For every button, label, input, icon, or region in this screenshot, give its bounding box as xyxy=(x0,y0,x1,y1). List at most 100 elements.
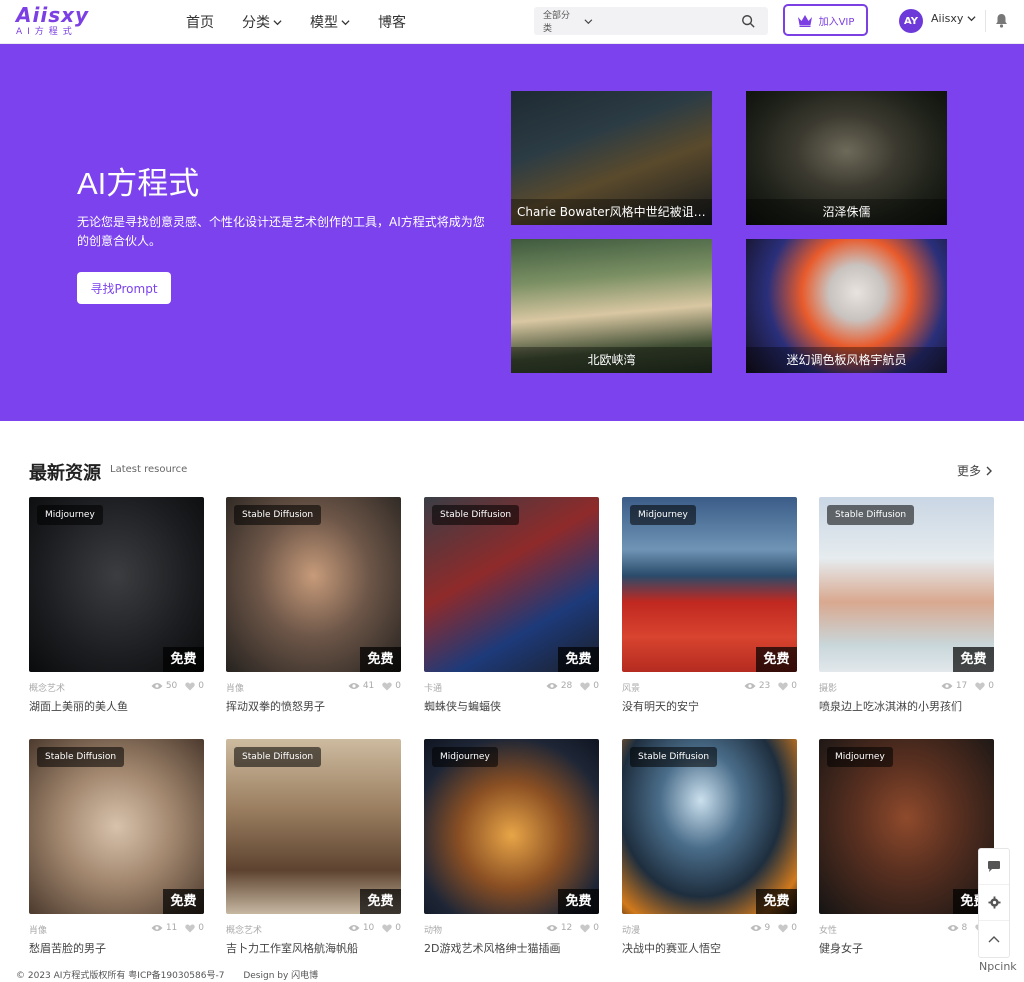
resource-thumbnail[interactable]: Midjourney 免费 xyxy=(622,497,797,672)
resource-card[interactable]: Stable Diffusion 免费 卡通 28 0 蜘蛛侠与蝙蝠侠 xyxy=(424,497,599,723)
view-count: 28 xyxy=(560,681,573,691)
hero-title: AI方程式 xyxy=(77,166,200,201)
featured-card[interactable]: 沼泽侏儒 xyxy=(746,91,947,225)
heart-icon[interactable] xyxy=(580,682,590,691)
avatar[interactable]: AY xyxy=(899,9,923,33)
chevron-down-icon xyxy=(584,18,593,24)
eye-icon xyxy=(348,925,360,931)
resource-thumbnail[interactable]: Midjourney 免费 xyxy=(29,497,204,672)
resource-stats: 10 0 xyxy=(348,923,401,933)
chat-button[interactable] xyxy=(979,849,1009,885)
site-logo[interactable]: Aiisxy AI方程式 xyxy=(16,5,88,39)
resource-meta: 动物 12 0 xyxy=(424,923,599,937)
heart-icon[interactable] xyxy=(185,924,195,933)
resource-category[interactable]: 动物 xyxy=(424,923,442,936)
resource-category[interactable]: 风景 xyxy=(622,681,640,694)
nav-item-models[interactable]: 模型 xyxy=(310,12,350,32)
resource-card[interactable]: Midjourney 免费 女性 8 0 健身女子 xyxy=(819,739,994,965)
site-footer: © 2023 AI方程式版权所有 粤ICP备19030586号-7 Design… xyxy=(16,968,334,981)
more-link[interactable]: 更多 xyxy=(957,462,993,479)
resource-title[interactable]: 喷泉边上吃冰淇淋的小男孩们 xyxy=(819,698,962,714)
view-count: 17 xyxy=(955,681,968,691)
resource-thumbnail[interactable]: Stable Diffusion 免费 xyxy=(622,739,797,914)
resource-category[interactable]: 肖像 xyxy=(226,681,244,694)
user-menu[interactable]: Aiisxy xyxy=(931,12,976,25)
model-tag: Midjourney xyxy=(37,505,103,525)
join-vip-button[interactable]: 加入VIP xyxy=(783,4,868,36)
resource-thumbnail[interactable]: Stable Diffusion 免费 xyxy=(424,497,599,672)
heart-icon[interactable] xyxy=(580,924,590,933)
resource-title[interactable]: 愁眉苦脸的男子 xyxy=(29,940,106,956)
resource-title[interactable]: 吉卜力工作室风格航海帆船 xyxy=(226,940,358,956)
resource-card[interactable]: Stable Diffusion 免费 摄影 17 0 喷泉边上吃冰淇淋的小男孩… xyxy=(819,497,994,723)
resource-title[interactable]: 健身女子 xyxy=(819,940,863,956)
design-credit[interactable]: Design by 闪电博 xyxy=(243,971,318,981)
resource-thumbnail[interactable]: Stable Diffusion 免费 xyxy=(226,497,401,672)
resource-category[interactable]: 卡通 xyxy=(424,681,442,694)
resource-category[interactable]: 肖像 xyxy=(29,923,47,936)
heart-icon[interactable] xyxy=(778,682,788,691)
copyright-text: © 2023 AI方程式版权所有 粤ICP备19030586号-7 xyxy=(16,971,225,981)
chat-icon xyxy=(988,861,1000,872)
search-icon xyxy=(742,15,755,28)
heart-icon[interactable] xyxy=(975,682,985,691)
heart-icon[interactable] xyxy=(382,682,392,691)
resource-category[interactable]: 摄影 xyxy=(819,681,837,694)
heart-icon[interactable] xyxy=(382,924,392,933)
resource-card[interactable]: Midjourney 免费 风景 23 0 没有明天的安宁 xyxy=(622,497,797,723)
site-header: Aiisxy AI方程式 首页 分类 模型 博客 全部分类 加入VIP AY A… xyxy=(0,0,1024,44)
search-button[interactable] xyxy=(735,7,762,35)
logo-subtitle: AI方程式 xyxy=(16,27,77,37)
view-count: 50 xyxy=(165,681,178,691)
find-prompt-button[interactable]: 寻找Prompt xyxy=(77,272,171,304)
search-category-select[interactable]: 全部分类 xyxy=(534,8,593,34)
resource-meta: 动漫 9 0 xyxy=(622,923,797,937)
resource-title[interactable]: 决战中的赛亚人悟空 xyxy=(622,940,721,956)
resource-thumbnail[interactable]: Stable Diffusion 免费 xyxy=(819,497,994,672)
eye-icon xyxy=(546,683,558,689)
model-tag: Stable Diffusion xyxy=(234,505,322,525)
resource-meta: 肖像 11 0 xyxy=(29,923,204,937)
back-to-top-button[interactable] xyxy=(979,921,1009,957)
resource-thumbnail[interactable]: Stable Diffusion 免费 xyxy=(29,739,204,914)
resource-card[interactable]: Stable Diffusion 免费 动漫 9 0 决战中的赛亚人悟空 xyxy=(622,739,797,965)
featured-card[interactable]: 北欧峡湾 xyxy=(511,239,712,373)
search-input[interactable] xyxy=(602,7,735,35)
resource-category[interactable]: 概念艺术 xyxy=(226,923,262,936)
featured-card-caption: 迷幻调色板风格宇航员 xyxy=(746,347,947,373)
heart-icon[interactable] xyxy=(778,924,788,933)
resource-card[interactable]: Stable Diffusion 免费 肖像 41 0 挥动双拳的愤怒男子 xyxy=(226,497,401,723)
resource-category[interactable]: 女性 xyxy=(819,923,837,936)
eye-icon xyxy=(947,925,959,931)
resource-title[interactable]: 2D游戏艺术风格绅士猫插画 xyxy=(424,940,560,956)
resource-card[interactable]: Midjourney 免费 动物 12 0 2D游戏艺术风格绅士猫插画 xyxy=(424,739,599,965)
nav-item-categories[interactable]: 分类 xyxy=(242,12,282,32)
resource-title[interactable]: 没有明天的安宁 xyxy=(622,698,699,714)
resource-title[interactable]: 挥动双拳的愤怒男子 xyxy=(226,698,325,714)
like-count: 0 xyxy=(198,681,204,691)
resource-thumbnail[interactable]: Stable Diffusion 免费 xyxy=(226,739,401,914)
resource-meta: 摄影 17 0 xyxy=(819,681,994,695)
featured-card[interactable]: 迷幻调色板风格宇航员 xyxy=(746,239,947,373)
resource-card[interactable]: Stable Diffusion 免费 概念艺术 10 0 吉卜力工作室风格航海… xyxy=(226,739,401,965)
price-badge: 免费 xyxy=(360,889,401,914)
username: Aiisxy xyxy=(931,12,964,25)
resource-thumbnail[interactable]: Midjourney 免费 xyxy=(424,739,599,914)
resource-title[interactable]: 蜘蛛侠与蝙蝠侠 xyxy=(424,698,501,714)
resource-meta: 概念艺术 10 0 xyxy=(226,923,401,937)
view-count: 23 xyxy=(758,681,771,691)
nav-item-label: 分类 xyxy=(242,15,270,31)
resource-card[interactable]: Midjourney 免费 概念艺术 50 0 湖面上美丽的美人鱼 xyxy=(29,497,204,723)
theme-toggle-button[interactable] xyxy=(979,885,1009,921)
heart-icon[interactable] xyxy=(185,682,195,691)
nav-item-label: 首页 xyxy=(186,15,214,31)
nav-item-blog[interactable]: 博客 xyxy=(378,12,406,32)
resource-category[interactable]: 动漫 xyxy=(622,923,640,936)
notification-button[interactable] xyxy=(995,13,1008,32)
resource-card[interactable]: Stable Diffusion 免费 肖像 11 0 愁眉苦脸的男子 xyxy=(29,739,204,965)
resource-thumbnail[interactable]: Midjourney 免费 xyxy=(819,739,994,914)
featured-card[interactable]: Charie Bowater风格中世纪被诅咒的哥特小镇 xyxy=(511,91,712,225)
resource-category[interactable]: 概念艺术 xyxy=(29,681,65,694)
resource-title[interactable]: 湖面上美丽的美人鱼 xyxy=(29,698,128,714)
nav-item-home[interactable]: 首页 xyxy=(186,12,214,32)
